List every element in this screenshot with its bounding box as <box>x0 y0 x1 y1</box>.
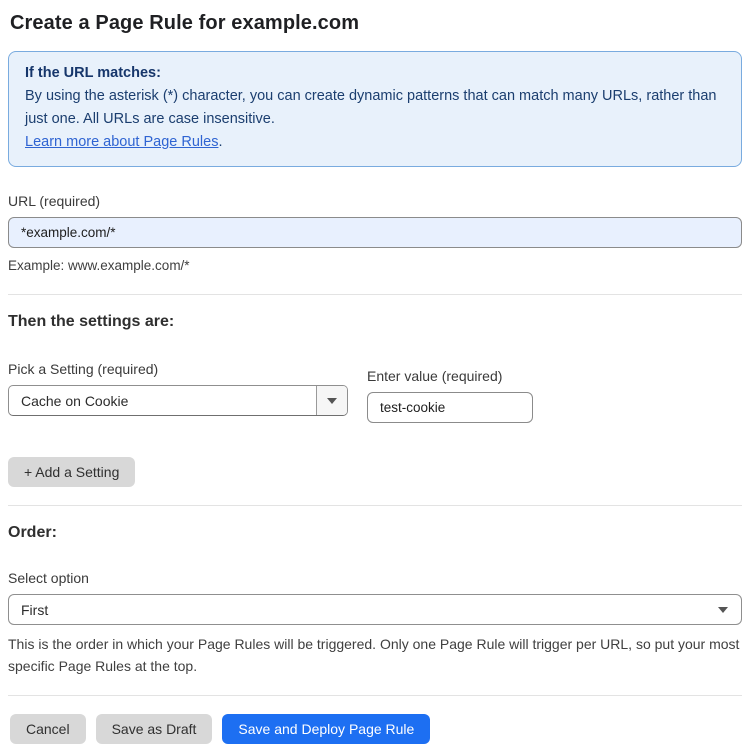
enter-value-column: Enter value (required) <box>367 368 533 423</box>
order-helper-text: This is the order in which your Page Rul… <box>8 636 740 674</box>
url-match-info-callout: If the URL matches: By using the asteris… <box>8 51 742 167</box>
save-and-deploy-button[interactable]: Save and Deploy Page Rule <box>222 714 431 744</box>
chevron-down-icon <box>718 607 728 613</box>
order-select-label: Select option <box>8 570 89 586</box>
chevron-down-icon <box>327 397 337 404</box>
url-field-label: URL (required) <box>8 193 101 209</box>
footer-actions: Cancel Save as Draft Save and Deploy Pag… <box>8 714 742 744</box>
link-period: . <box>218 134 223 150</box>
dropdown-caret-section[interactable] <box>316 386 347 415</box>
order-select[interactable]: First <box>8 594 742 625</box>
pick-setting-label: Pick a Setting (required) <box>8 361 159 377</box>
save-as-draft-button[interactable]: Save as Draft <box>95 714 213 744</box>
learn-more-link[interactable]: Learn more about Page Rules <box>25 134 218 150</box>
cancel-button[interactable]: Cancel <box>10 714 86 744</box>
add-setting-button[interactable]: + Add a Setting <box>8 457 136 487</box>
url-input[interactable] <box>8 217 742 248</box>
pick-setting-column: Pick a Setting (required) Cache on Cooki… <box>8 361 348 416</box>
setting-value-input[interactable] <box>367 392 533 423</box>
page-title: Create a Page Rule for example.com <box>10 12 360 34</box>
info-callout-body: By using the asterisk (*) character, you… <box>25 88 717 127</box>
settings-row: Pick a Setting (required) Cache on Cooki… <box>8 361 742 423</box>
info-callout-heading: If the URL matches: <box>25 65 161 81</box>
enter-value-label: Enter value (required) <box>367 368 503 384</box>
order-selected-value: First <box>21 601 49 618</box>
settings-section-heading: Then the settings are: <box>8 313 175 330</box>
divider <box>8 695 742 696</box>
divider <box>8 505 742 506</box>
order-section-heading: Order: <box>8 524 57 541</box>
divider <box>8 294 742 295</box>
pick-setting-selected-value: Cache on Cookie <box>21 392 129 409</box>
info-callout-link-line: Learn more about Page Rules. <box>25 131 725 154</box>
url-example-helper: Example: www.example.com/* <box>8 258 190 273</box>
pick-setting-dropdown[interactable]: Cache on Cookie <box>8 385 348 416</box>
